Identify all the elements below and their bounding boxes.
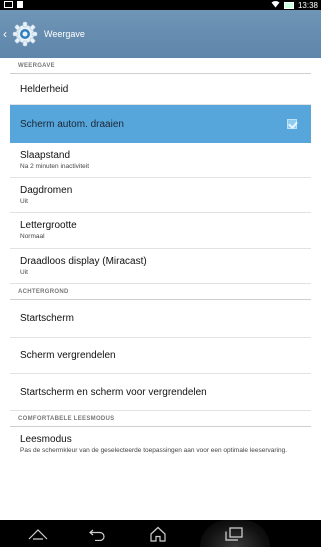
setting-title: Lettergrootte bbox=[20, 220, 77, 231]
checkbox-checked-icon[interactable] bbox=[287, 119, 297, 129]
setting-scherm-autom-draaien[interactable]: Scherm autom. draaien bbox=[10, 105, 311, 143]
setting-draadloos-display[interactable]: Draadloos display (Miracast) Uit bbox=[10, 249, 311, 284]
nav-collapse-button[interactable] bbox=[18, 520, 58, 547]
nav-back-button[interactable] bbox=[77, 520, 117, 547]
setting-title: Draadloos display (Miracast) bbox=[20, 255, 147, 267]
settings-list: WEERGAVE Helderheid Scherm autom. draaie… bbox=[10, 58, 311, 473]
setting-title: Scherm vergrendelen bbox=[20, 350, 116, 361]
setting-title: Dagdromen bbox=[20, 184, 73, 196]
setting-slaapstand[interactable]: Slaapstand Na 2 minuten inactiviteit bbox=[10, 143, 311, 178]
setting-summary: Na 2 minuten inactiviteit bbox=[20, 162, 90, 170]
setting-lettergrootte[interactable]: Lettergrootte Normaal bbox=[10, 213, 311, 249]
setting-title: Slaapstand bbox=[20, 149, 71, 161]
section-header-achtergrond: ACHTERGROND bbox=[10, 284, 311, 300]
setting-title: Startscherm bbox=[20, 313, 74, 324]
section-header-weergave: WEERGAVE bbox=[10, 58, 311, 74]
back-chevron-icon[interactable]: ‹ bbox=[3, 27, 9, 41]
action-bar: ‹ Weergave bbox=[0, 10, 321, 58]
section-header-leesmodus: COMFORTABELE LEESMODUS bbox=[10, 411, 311, 427]
document-notification-icon bbox=[17, 1, 23, 8]
setting-helderheid[interactable]: Helderheid bbox=[10, 74, 311, 105]
setting-startscherm[interactable]: Startscherm bbox=[10, 300, 311, 338]
setting-summary: Uit bbox=[20, 197, 28, 205]
setting-summary: Uit bbox=[20, 268, 28, 276]
setting-summary: Normaal bbox=[20, 233, 45, 240]
clock: 13:38 bbox=[297, 0, 318, 10]
setting-title: Helderheid bbox=[20, 83, 69, 95]
setting-scherm-vergrendelen[interactable]: Scherm vergrendelen bbox=[10, 338, 311, 374]
navigation-bar bbox=[0, 520, 321, 547]
setting-title: Leesmodus bbox=[20, 434, 72, 445]
page-title: Weergave bbox=[44, 29, 85, 39]
setting-summary: Pas de schermkleur van de geselecteerde … bbox=[20, 447, 288, 454]
nav-recents-button[interactable] bbox=[214, 520, 254, 547]
setting-leesmodus[interactable]: Leesmodus Pas de schermkleur van de gese… bbox=[10, 427, 311, 473]
setting-title: Startscherm en scherm voor vergrendelen bbox=[20, 386, 207, 398]
nav-home-button[interactable] bbox=[138, 520, 178, 547]
battery-icon bbox=[283, 2, 294, 9]
setting-title: Scherm autom. draaien bbox=[20, 118, 124, 130]
setting-dagdromen[interactable]: Dagdromen Uit bbox=[10, 178, 311, 213]
status-bar: 13:38 bbox=[0, 0, 321, 10]
settings-gear-icon[interactable] bbox=[10, 19, 40, 49]
screenshot-notification-icon bbox=[4, 1, 13, 8]
setting-startscherm-en-vergrendelen[interactable]: Startscherm en scherm voor vergrendelen bbox=[10, 374, 311, 411]
